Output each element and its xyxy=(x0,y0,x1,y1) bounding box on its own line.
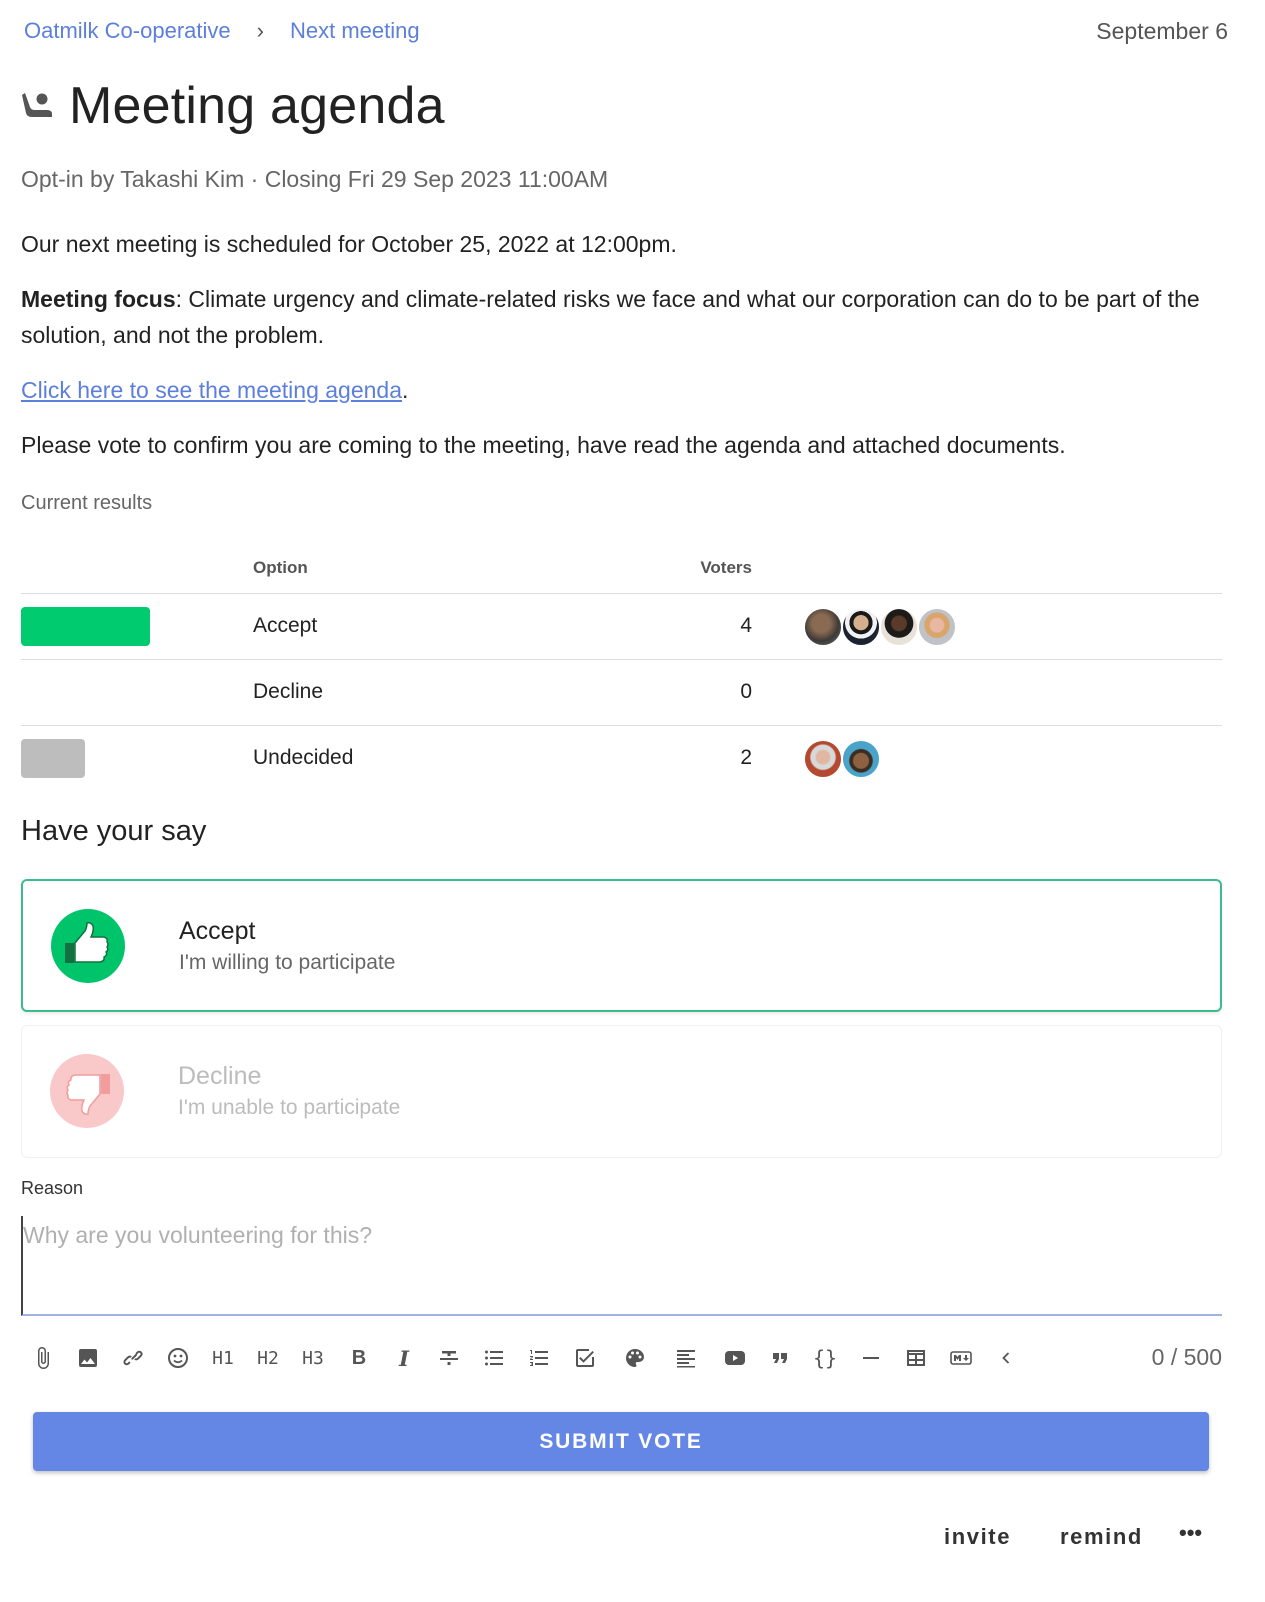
chevron-left-icon[interactable] xyxy=(986,1336,1026,1380)
result-count: 2 xyxy=(740,746,752,769)
breadcrumb: Oatmilk Co-operative › Next meeting xyxy=(24,18,420,44)
result-option: Decline xyxy=(253,680,324,703)
link-suffix: . xyxy=(402,377,409,403)
more-options-icon[interactable]: ••• xyxy=(1179,1520,1202,1546)
attachment-icon[interactable] xyxy=(23,1336,63,1380)
heading3-button[interactable]: H3 xyxy=(293,1336,333,1380)
result-row-accept: Accept 4 xyxy=(21,594,1222,660)
image-icon[interactable] xyxy=(68,1336,108,1380)
code-block-button[interactable]: {} xyxy=(805,1336,845,1380)
voter-avatars[interactable] xyxy=(803,607,957,647)
vote-option-label: Decline xyxy=(178,1062,262,1090)
invite-button[interactable]: invite xyxy=(944,1524,1011,1550)
focus-label: Meeting focus xyxy=(21,286,176,312)
result-bar xyxy=(21,739,85,778)
description-line: Please vote to confirm you are coming to… xyxy=(21,432,1066,458)
agenda-link[interactable]: Click here to see the meeting agenda xyxy=(21,377,402,403)
video-icon[interactable] xyxy=(715,1336,755,1380)
focus-text: : Climate urgency and climate-related ri… xyxy=(21,286,1200,348)
result-option: Accept xyxy=(253,614,318,637)
result-count: 0 xyxy=(740,680,752,703)
result-count: 4 xyxy=(740,614,752,637)
section-heading: Have your say xyxy=(21,815,207,847)
result-row-undecided: Undecided 2 xyxy=(21,726,1222,792)
thumbs-up-icon xyxy=(51,909,125,983)
align-left-icon[interactable] xyxy=(666,1336,706,1380)
avatar[interactable] xyxy=(841,607,881,647)
thumbs-down-icon xyxy=(50,1054,124,1128)
strikethrough-icon[interactable] xyxy=(429,1336,469,1380)
submit-vote-button[interactable]: SUBMIT VOTE xyxy=(33,1412,1209,1471)
avatar[interactable] xyxy=(917,607,957,647)
breadcrumb-group-link[interactable]: Oatmilk Co-operative xyxy=(24,18,231,44)
proposal-icon xyxy=(21,87,55,126)
poll-meta: Opt-in by Takashi Kim · Closing Fri 29 S… xyxy=(21,166,609,192)
vote-option-accept[interactable]: Accept I'm willing to participate xyxy=(21,879,1222,1012)
chevron-right-icon: › xyxy=(256,18,264,43)
emoji-icon[interactable] xyxy=(158,1336,198,1380)
task-list-icon[interactable] xyxy=(565,1336,605,1380)
bullet-list-icon[interactable] xyxy=(474,1336,514,1380)
result-option: Undecided xyxy=(253,746,354,769)
italic-button[interactable]: I xyxy=(384,1336,424,1380)
vote-option-decline[interactable]: Decline I'm unable to participate xyxy=(21,1025,1222,1158)
results-header: Option Voters xyxy=(21,546,1222,594)
reason-input[interactable] xyxy=(21,1216,1222,1316)
voter-avatars[interactable] xyxy=(803,739,881,779)
horizontal-rule-icon[interactable] xyxy=(851,1336,891,1380)
breadcrumb-thread-link[interactable]: Next meeting xyxy=(290,18,420,44)
results-table: Option Voters Accept 4 Decline 0 Undecid… xyxy=(21,546,1222,792)
link-icon[interactable] xyxy=(113,1336,153,1380)
vote-option-description: I'm unable to participate xyxy=(178,1096,401,1119)
poll-date[interactable]: September 6 xyxy=(1096,18,1228,45)
result-bar xyxy=(21,607,150,646)
poll-description: Our next meeting is scheduled for Octobe… xyxy=(21,226,1226,482)
vote-option-description: I'm willing to participate xyxy=(179,951,396,974)
column-option: Option xyxy=(253,558,308,577)
quote-icon[interactable] xyxy=(760,1336,800,1380)
description-line: Our next meeting is scheduled for Octobe… xyxy=(21,231,677,257)
markdown-icon[interactable] xyxy=(941,1336,981,1380)
description-focus: Meeting focus: Climate urgency and clima… xyxy=(21,281,1226,353)
remind-button[interactable]: remind xyxy=(1060,1524,1143,1550)
reason-label: Reason xyxy=(21,1178,84,1198)
page-header: Meeting agenda xyxy=(21,76,445,136)
palette-icon[interactable] xyxy=(615,1336,655,1380)
page-title: Meeting agenda xyxy=(69,77,445,135)
description-link-line: Click here to see the meeting agenda. xyxy=(21,372,1226,408)
numbered-list-icon[interactable] xyxy=(519,1336,559,1380)
heading1-button[interactable]: H1 xyxy=(203,1336,243,1380)
avatar[interactable] xyxy=(841,739,881,779)
vote-option-label: Accept xyxy=(179,917,256,945)
column-voters: Voters xyxy=(700,558,752,577)
results-label: Current results xyxy=(21,492,153,514)
heading2-button[interactable]: H2 xyxy=(248,1336,288,1380)
character-counter: 0 / 500 xyxy=(1151,1344,1222,1370)
avatar[interactable] xyxy=(879,607,919,647)
avatar[interactable] xyxy=(803,739,843,779)
table-icon[interactable] xyxy=(896,1336,936,1380)
result-row-decline: Decline 0 xyxy=(21,660,1222,726)
editor-toolbar: H1 H2 H3 B I {} 0 / 500 xyxy=(21,1336,1222,1380)
avatar[interactable] xyxy=(803,607,843,647)
bold-button[interactable]: B xyxy=(339,1336,379,1380)
